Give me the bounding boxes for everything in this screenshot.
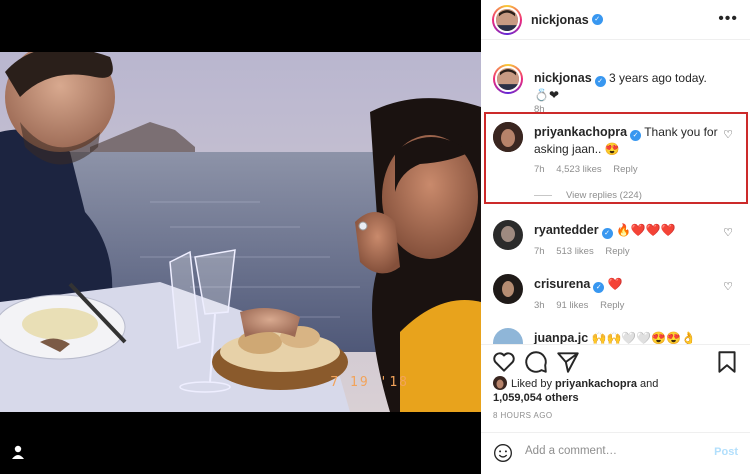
comment-avatar[interactable] xyxy=(493,220,523,250)
reply-button[interactable]: Reply xyxy=(600,300,624,311)
reply-button[interactable]: Reply xyxy=(605,246,629,257)
post-comment-button[interactable]: Post xyxy=(714,446,738,458)
comment-item: crisurena ✓ ❤️ 3h 91 likes Reply ♡ xyxy=(493,274,745,314)
caption-username[interactable]: nickjonas xyxy=(534,71,592,85)
author-username[interactable]: nickjonas xyxy=(531,13,589,27)
comment-like-heart-icon[interactable]: ♡ xyxy=(723,226,733,239)
verified-badge-icon: ✓ xyxy=(594,76,606,87)
comment-username[interactable]: ryantedder xyxy=(534,223,599,237)
liked-by-user[interactable]: priyankachopra xyxy=(555,378,637,390)
highlight-box xyxy=(484,112,748,204)
share-icon[interactable] xyxy=(555,349,581,375)
more-options-icon[interactable]: ••• xyxy=(718,10,738,28)
caption: nickjonas ✓ 3 years ago today. 💍❤ 8h xyxy=(493,64,745,115)
liked-by-others[interactable]: 1,059,054 others xyxy=(493,392,579,404)
bookmark-icon[interactable] xyxy=(714,349,740,375)
caption-body: nickjonas ✓ 3 years ago today. 💍❤ xyxy=(534,70,722,103)
comment-text: 🙌🙌🤍🤍😍😍👌 xyxy=(591,331,697,344)
comment-meta: 7h 513 likes Reply xyxy=(534,246,639,257)
user-silhouette-icon xyxy=(12,445,24,459)
comment-avatar[interactable] xyxy=(493,274,523,304)
comment-icon[interactable] xyxy=(523,349,549,375)
comment-body: crisurena ✓ ❤️ xyxy=(534,276,722,293)
comment-likes[interactable]: 91 likes xyxy=(556,300,588,311)
comment-text: 🔥❤️❤️❤️ xyxy=(615,223,676,237)
comment-text: ❤️ xyxy=(607,277,623,291)
liked-by-prefix: Liked by xyxy=(511,378,552,390)
add-comment-bar: Post xyxy=(481,432,750,474)
emoji-icon[interactable] xyxy=(493,443,513,463)
instagram-post-viewer: 7 19 '18 nickjonas ✓ ••• nickjonas ✓ 3 y… xyxy=(0,0,750,474)
photo-scene xyxy=(0,52,481,412)
post-photo[interactable]: 7 19 '18 xyxy=(0,52,481,412)
heart-icon[interactable] xyxy=(491,349,517,375)
comment-likes[interactable]: 513 likes xyxy=(556,246,594,257)
comment-username[interactable]: juanpa.jc xyxy=(534,331,588,344)
comment-like-heart-icon[interactable]: ♡ xyxy=(723,280,733,293)
comment-body: juanpa.jc 🙌🙌🤍🤍😍😍👌 xyxy=(534,330,722,344)
liker-avatar xyxy=(493,376,507,390)
comment-body: ryantedder ✓ 🔥❤️❤️❤️ xyxy=(534,222,722,239)
comment-meta: 3h 91 likes Reply xyxy=(534,300,633,311)
comment-avatar[interactable] xyxy=(493,328,523,344)
verified-badge-icon: ✓ xyxy=(601,228,613,239)
verified-badge-icon: ✓ xyxy=(593,282,605,293)
verified-badge-icon: ✓ xyxy=(591,14,603,25)
comment-item: ryantedder ✓ 🔥❤️❤️❤️ 7h 513 likes Reply ♡ xyxy=(493,220,745,260)
comment-time[interactable]: 7h xyxy=(534,246,545,257)
likes-summary: Liked by priyankachopra and 1,059,054 ot… xyxy=(493,376,743,405)
post-details-panel: nickjonas ✓ ••• nickjonas ✓ 3 years ago t… xyxy=(481,0,750,474)
comment-item: juanpa.jc 🙌🙌🤍🤍😍😍👌 xyxy=(493,328,745,344)
action-bar xyxy=(481,344,750,380)
add-comment-input[interactable] xyxy=(525,445,695,457)
post-header: nickjonas ✓ ••• xyxy=(481,0,750,40)
liked-by-joiner: and xyxy=(640,378,659,390)
posted-time[interactable]: 8 HOURS AGO xyxy=(493,411,553,420)
photo-date-stamp: 7 19 '18 xyxy=(330,375,409,390)
comment-time[interactable]: 3h xyxy=(534,300,545,311)
comment-username[interactable]: crisurena xyxy=(534,277,590,291)
author-avatar[interactable] xyxy=(492,4,522,35)
caption-avatar[interactable] xyxy=(493,64,523,94)
